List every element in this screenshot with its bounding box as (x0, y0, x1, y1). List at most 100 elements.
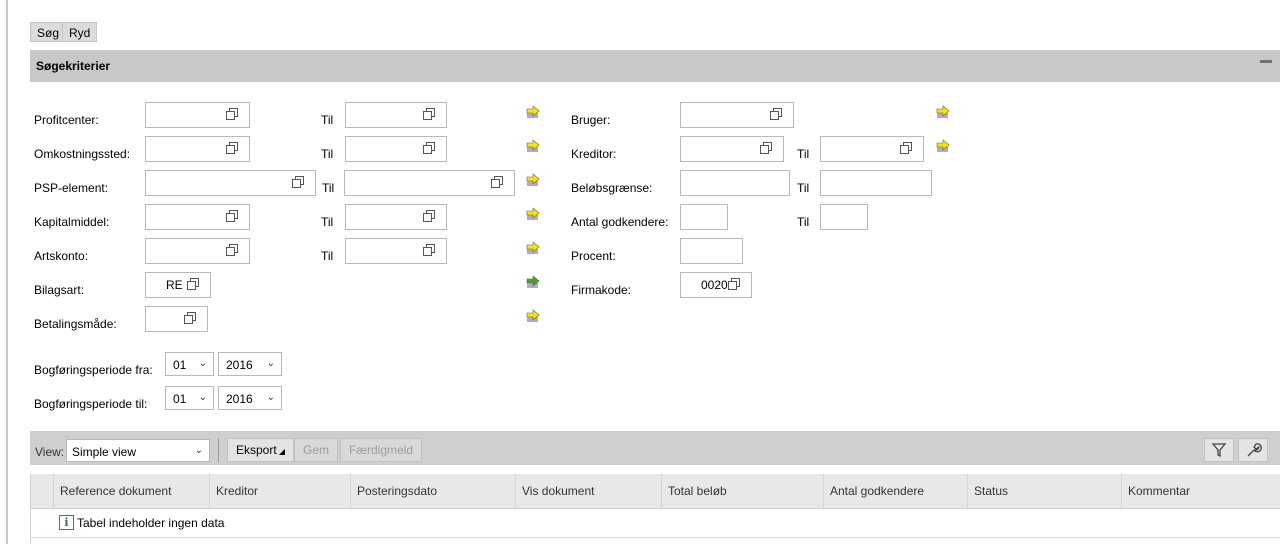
to-label: Til (321, 249, 334, 263)
dropdown-icon: ◢ (276, 447, 286, 456)
multiple-selection-arrow-icon[interactable] (526, 139, 540, 153)
value-help-icon[interactable] (226, 108, 238, 120)
multiple-selection-arrow-icon[interactable] (936, 105, 950, 119)
from-input[interactable] (145, 170, 316, 196)
value-help-icon[interactable] (423, 210, 435, 222)
column-header[interactable]: Reference dokument (60, 484, 171, 498)
value-help-icon[interactable] (900, 142, 912, 154)
field-label: Betalingsmåde: (34, 317, 117, 331)
from-input[interactable] (145, 204, 250, 230)
search-button[interactable]: Søg (30, 22, 67, 42)
clear-button[interactable]: Ryd (62, 22, 98, 42)
left-edge-bar (6, 0, 8, 544)
value-help-icon[interactable] (226, 142, 238, 154)
to-input[interactable] (345, 204, 447, 230)
finish-button[interactable]: Færdigmeld (340, 438, 423, 462)
multiple-selection-arrow-icon[interactable] (526, 105, 540, 119)
period-to-month-select[interactable]: 01 ⌄ (165, 386, 214, 410)
column-divider (209, 474, 210, 508)
value-help-icon[interactable] (292, 176, 304, 188)
from-input[interactable] (145, 102, 250, 128)
column-header[interactable]: Antal godkendere (830, 484, 924, 498)
multiple-selection-arrow-icon[interactable] (526, 207, 540, 221)
field-label: Omkostningssted: (34, 147, 131, 161)
to-input[interactable] (344, 170, 515, 196)
to-label: Til (797, 181, 810, 195)
table-header: Reference dokument Kreditor Posteringsdato… (30, 474, 1280, 509)
column-divider (350, 474, 351, 508)
collapse-icon[interactable] (1260, 60, 1272, 63)
company-code-input[interactable]: 0020 (680, 272, 752, 298)
column-header[interactable]: Total beløb (668, 484, 727, 498)
to-label: Til (797, 147, 810, 161)
chevron-down-icon: ⌄ (194, 445, 203, 456)
approvers-from-input[interactable] (680, 204, 728, 230)
view-label: View: (35, 445, 65, 459)
save-button[interactable]: Gem (294, 438, 339, 462)
multiple-selection-arrow-icon[interactable] (526, 309, 540, 323)
from-input[interactable] (145, 238, 250, 264)
to-input[interactable] (345, 136, 447, 162)
value-help-icon[interactable] (226, 244, 238, 256)
to-input[interactable] (345, 238, 447, 264)
to-label: Til (797, 215, 810, 229)
period-to-year-select[interactable]: 2016 ⌄ (218, 386, 282, 410)
value-help-icon[interactable] (187, 278, 199, 290)
to-label: Til (322, 181, 335, 195)
multiple-selection-arrow-icon[interactable] (526, 173, 540, 187)
export-button[interactable]: Eksport ◢ (227, 438, 295, 462)
value-help-icon[interactable] (491, 176, 503, 188)
percent-input[interactable] (680, 238, 743, 264)
column-divider (515, 474, 516, 508)
amount-limit-to-input[interactable] (820, 170, 932, 196)
value-help-icon[interactable] (423, 142, 435, 154)
value-help-icon[interactable] (184, 312, 196, 324)
to-input[interactable] (345, 102, 447, 128)
field-label: Profitcenter: (34, 113, 99, 127)
chevron-down-icon: ⌄ (198, 358, 207, 369)
field-label: Kapitalmiddel: (34, 215, 110, 229)
period-from-year-select[interactable]: 2016 ⌄ (218, 352, 282, 376)
field-label: Kreditor: (571, 147, 617, 161)
approvers-to-input[interactable] (820, 204, 868, 230)
toolbar-divider (218, 438, 219, 462)
value-help-icon[interactable] (423, 108, 435, 120)
field-label: Antal godkendere: (571, 215, 669, 229)
value-help-icon[interactable] (226, 210, 238, 222)
column-header[interactable]: Vis dokument (522, 484, 595, 498)
settings-button[interactable] (1238, 438, 1268, 462)
chevron-down-icon: ⌄ (266, 392, 275, 403)
value-help-icon[interactable] (728, 278, 740, 290)
amount-limit-from-input[interactable] (680, 170, 790, 196)
user-input[interactable] (680, 102, 794, 128)
multiple-selection-arrow-icon[interactable] (526, 241, 540, 255)
value-help-icon[interactable] (770, 108, 782, 120)
chevron-down-icon: ⌄ (266, 358, 275, 369)
from-input[interactable] (145, 136, 250, 162)
view-select[interactable]: Simple view ⌄ (66, 439, 210, 462)
column-header[interactable]: Posteringsdato (357, 484, 437, 498)
field-label: Beløbsgrænse: (571, 181, 653, 195)
period-from-month-select[interactable]: 01 ⌄ (165, 352, 214, 376)
column-header[interactable]: Status (974, 484, 1008, 498)
column-header[interactable]: Kommentar (1128, 484, 1190, 498)
to-label: Til (321, 147, 334, 161)
creditor-to-input[interactable] (820, 136, 924, 162)
column-divider (823, 474, 824, 508)
field-label: Procent: (571, 249, 616, 263)
field-label: PSP-element: (34, 181, 109, 195)
search-criteria-header: Søgekriterier (30, 50, 1280, 82)
value-help-icon[interactable] (760, 142, 772, 154)
filter-button[interactable] (1204, 438, 1234, 462)
document-type-input[interactable]: RE (145, 272, 211, 298)
column-header[interactable]: Kreditor (216, 484, 258, 498)
multiple-selection-arrow-icon[interactable] (936, 139, 950, 153)
wrench-icon (1247, 443, 1262, 457)
value-help-icon[interactable] (423, 244, 435, 256)
info-icon: i (59, 515, 74, 530)
column-divider (1121, 474, 1122, 508)
creditor-from-input[interactable] (680, 136, 784, 162)
to-label: Til (321, 215, 334, 229)
payment-method-input[interactable] (145, 306, 208, 332)
multiple-selection-arrow-icon[interactable] (526, 275, 540, 289)
